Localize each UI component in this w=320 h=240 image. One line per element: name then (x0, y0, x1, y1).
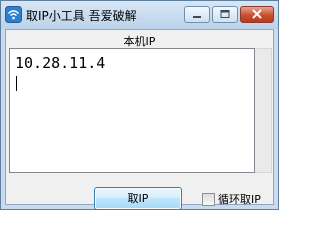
close-button[interactable] (240, 6, 274, 23)
app-icon (5, 6, 22, 23)
ip-output-textarea[interactable]: 10.28.11.4 (9, 48, 255, 173)
section-label: 本机IP (123, 35, 156, 48)
maximize-icon (220, 10, 230, 18)
close-icon (252, 9, 262, 19)
ip-value: 10.28.11.4 (15, 54, 106, 72)
vertical-scrollbar[interactable] (255, 48, 272, 173)
loop-checkbox[interactable] (202, 193, 215, 206)
title-bar[interactable]: 取IP小工具 吾爱破解 (1, 1, 278, 29)
minimize-button[interactable] (184, 6, 210, 23)
minimize-icon (193, 16, 201, 18)
loop-checkbox-label[interactable]: 循环取IP (218, 191, 261, 207)
text-caret (16, 76, 17, 91)
client-area: 本机IP 10.28.11.4 取IP 循环取IP (5, 29, 274, 210)
get-ip-button[interactable]: 取IP (94, 187, 182, 210)
maximize-button[interactable] (212, 6, 238, 23)
app-window: 取IP小工具 吾爱破解 本机IP 10.28.11.4 取IP 循环取IP (0, 0, 279, 210)
window-title: 取IP小工具 吾爱破解 (26, 9, 137, 23)
